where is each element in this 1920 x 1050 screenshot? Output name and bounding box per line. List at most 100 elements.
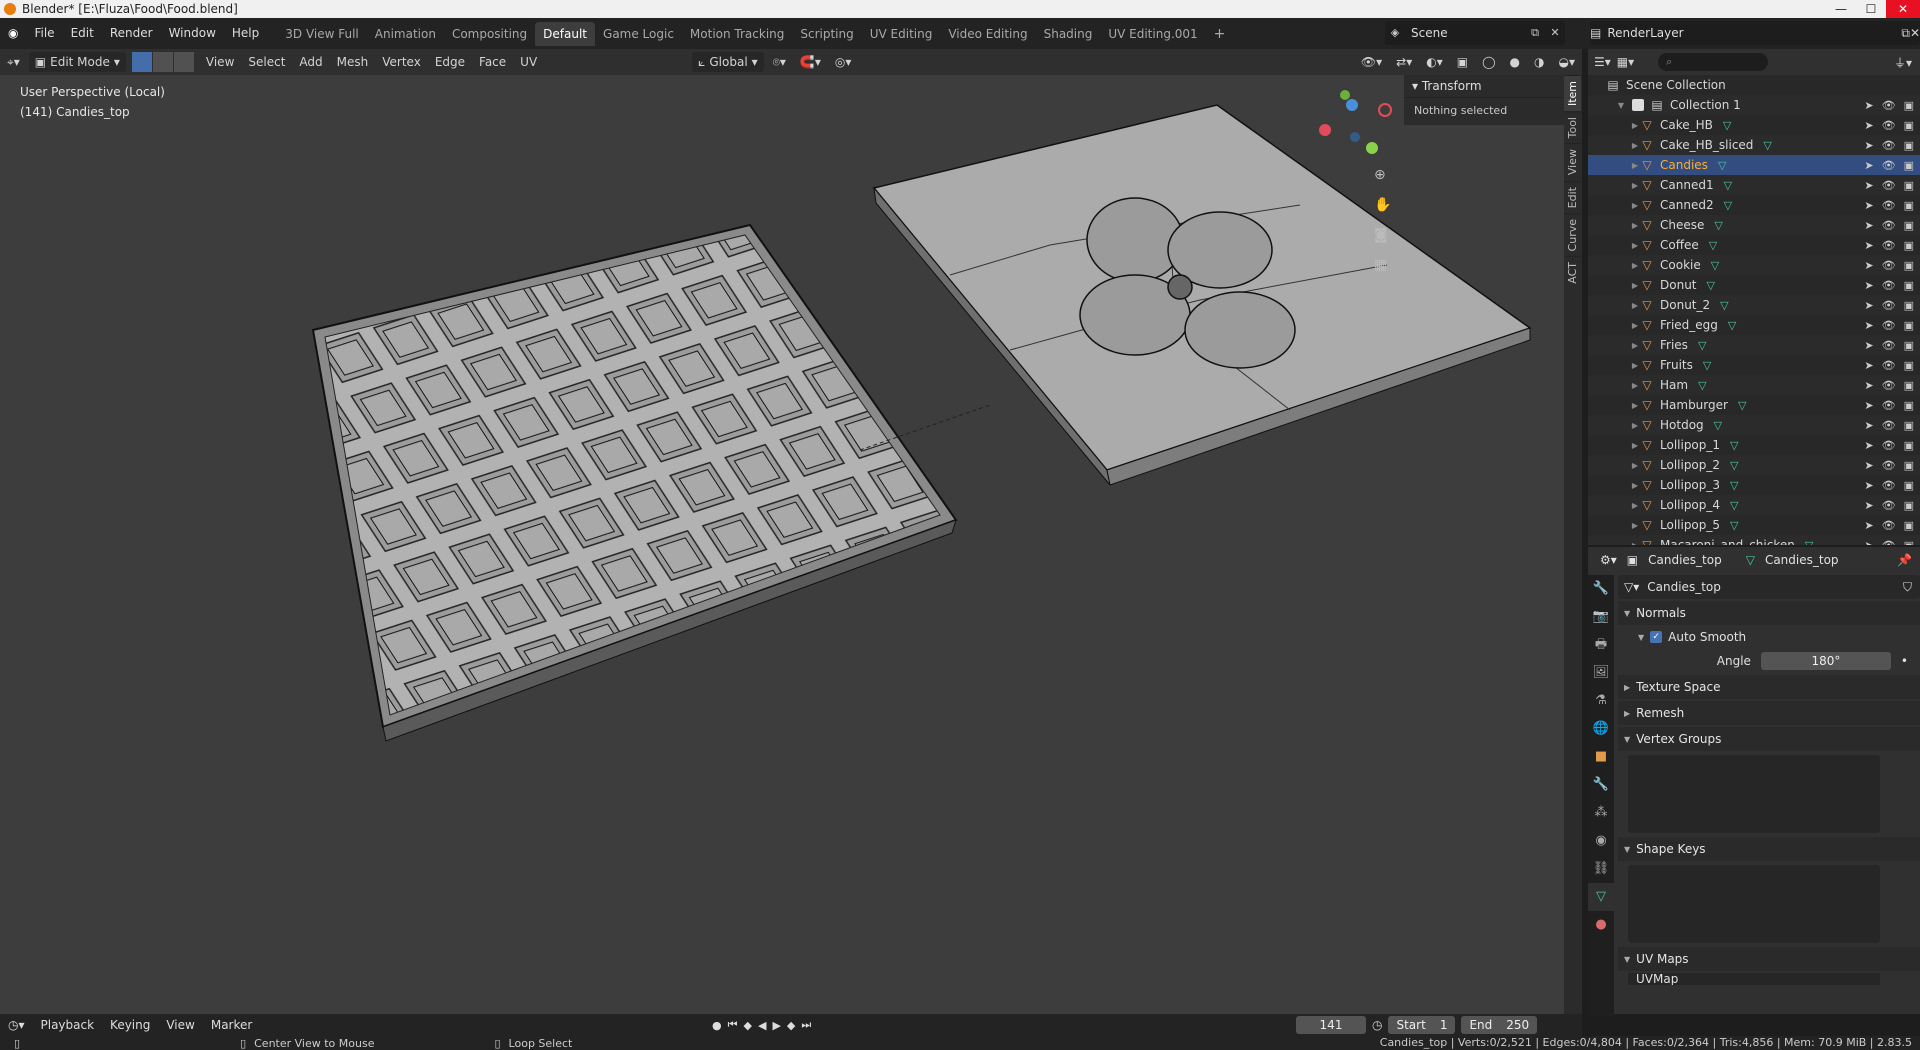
mesh-data-tab-icon[interactable]: ▽ <box>1588 883 1614 911</box>
item-visibility[interactable]: ➤ 👁 ▣ <box>1864 239 1914 252</box>
select-arrow-icon[interactable]: ➤ <box>1864 439 1873 452</box>
3d-viewport[interactable]: ⊕ ✋ ◙ ▦ <box>0 75 1582 1014</box>
maximize-button[interactable]: ☐ <box>1856 0 1886 18</box>
collapsed-icon[interactable]: ▶ <box>1630 501 1640 510</box>
editor-type-icon[interactable]: ⌖▾ <box>0 51 27 73</box>
scene-name[interactable]: Scene <box>1405 26 1448 40</box>
tab-video-editing[interactable]: Video Editing <box>940 22 1035 46</box>
tab-motion-tracking[interactable]: Motion Tracking <box>682 22 792 46</box>
viewport-menu-add[interactable]: Add <box>292 51 329 73</box>
remesh-panel-header[interactable]: ▶ Remesh <box>1618 701 1920 725</box>
collapsed-icon[interactable]: ▶ <box>1630 121 1640 130</box>
item-visibility[interactable]: ➤ 👁 ▣ <box>1864 319 1914 332</box>
menu-help[interactable]: Help <box>224 18 267 49</box>
collapsed-icon[interactable]: ▶ <box>1630 201 1640 210</box>
physics-tab-icon[interactable]: ◉ <box>1588 827 1614 855</box>
render-icon[interactable]: ▣ <box>1904 459 1914 472</box>
outliner-item[interactable]: ▶ ▽ Lollipop_1 ▽ ➤ 👁 ▣ <box>1588 435 1920 455</box>
eye-icon[interactable]: 👁 <box>1882 179 1896 192</box>
viewport-canvas[interactable]: ⊕ ✋ ◙ ▦ <box>0 75 1582 1014</box>
eye-icon[interactable]: 👁 <box>1882 359 1896 372</box>
new-scene-icon[interactable]: ⧉ <box>1525 23 1545 43</box>
visibility-icon[interactable]: 👁▾ <box>1354 51 1389 73</box>
proportional-edit-icon[interactable]: ◎▾ <box>828 51 859 73</box>
item-visibility[interactable]: ➤ 👁 ▣ <box>1864 379 1914 392</box>
select-arrow-icon[interactable]: ➤ <box>1864 519 1873 532</box>
output-tab-icon[interactable]: 🖶 <box>1588 631 1614 659</box>
collapsed-icon[interactable]: ▶ <box>1630 521 1640 530</box>
outliner-item[interactable]: ▶ ▽ Lollipop_4 ▽ ➤ 👁 ▣ <box>1588 495 1920 515</box>
menu-file[interactable]: File <box>26 18 62 49</box>
item-visibility[interactable]: ➤ 👁 ▣ <box>1864 359 1914 372</box>
view-layer-selector[interactable]: ▤ RenderLayer ⧉ ✕ <box>1590 21 1920 45</box>
render-icon[interactable]: ▣ <box>1904 99 1914 112</box>
render-tab-icon[interactable]: 📷 <box>1588 603 1614 631</box>
outliner-item[interactable]: ▶ ▽ Lollipop_2 ▽ ➤ 👁 ▣ <box>1588 455 1920 475</box>
display-mode-icon[interactable]: ▦▾ <box>1617 55 1634 69</box>
select-arrow-icon[interactable]: ➤ <box>1864 319 1873 332</box>
overlay-icon[interactable]: ◐▾ <box>1419 51 1450 73</box>
angle-field[interactable]: 180° <box>1760 652 1891 670</box>
select-arrow-icon[interactable]: ➤ <box>1864 259 1873 272</box>
constraints-tab-icon[interactable]: ⛓ <box>1588 855 1614 883</box>
item-visibility[interactable]: ➤ 👁 ▣ <box>1864 519 1914 532</box>
properties-editor-icon[interactable]: ⚙▾ <box>1600 553 1617 567</box>
blender-menu-icon[interactable]: ◉ <box>0 18 26 49</box>
item-visibility[interactable]: ➤ 👁 ▣ <box>1864 499 1914 512</box>
collapsed-icon[interactable]: ▶ <box>1630 301 1640 310</box>
render-icon[interactable]: ▣ <box>1904 239 1914 252</box>
sidebar-tab-act[interactable]: ACT <box>1564 256 1581 290</box>
select-arrow-icon[interactable]: ➤ <box>1864 379 1873 392</box>
eye-icon[interactable]: 👁 <box>1882 159 1896 172</box>
outliner-item[interactable]: ▶ ▽ Candies ▽ ➤ 👁 ▣ <box>1588 155 1920 175</box>
sidebar-tab-curve[interactable]: Curve <box>1564 212 1581 257</box>
collapsed-icon[interactable]: ▶ <box>1630 401 1640 410</box>
select-arrow-icon[interactable]: ➤ <box>1864 179 1873 192</box>
tool-tab-icon[interactable]: 🔧 <box>1588 575 1614 603</box>
select-arrow-icon[interactable]: ➤ <box>1864 279 1873 292</box>
viewport-menu-uv[interactable]: UV <box>513 51 544 73</box>
collection-row[interactable]: ▼ ▤ Collection 1 ➤ 👁 ▣ <box>1588 95 1920 115</box>
scene-collection-row[interactable]: ▤ Scene Collection <box>1588 75 1920 95</box>
fake-user-shield-icon[interactable]: ⛉ <box>1903 580 1912 595</box>
collapsed-icon[interactable]: ▶ <box>1630 361 1640 370</box>
viewport-menu-view[interactable]: View <box>199 51 241 73</box>
shading-wire-icon[interactable]: ◯ <box>1475 51 1502 73</box>
collapsed-icon[interactable]: ▶ <box>1630 181 1640 190</box>
shading-material-icon[interactable]: ◑ <box>1527 51 1551 73</box>
shape-keys-panel-header[interactable]: ▼ Shape Keys <box>1618 837 1920 861</box>
render-icon[interactable]: ▣ <box>1904 179 1914 192</box>
next-keyframe-icon[interactable]: ◆ <box>787 1019 795 1032</box>
perspective-toggle-icon[interactable]: ▦ <box>1374 257 1387 273</box>
item-visibility[interactable]: ➤ 👁 ▣ <box>1864 299 1914 312</box>
collapsed-icon[interactable]: ▶ <box>1630 461 1640 470</box>
tab-3d-view-full[interactable]: 3D View Full <box>277 22 367 46</box>
gizmo-icon[interactable]: ⇄▾ <box>1389 51 1419 73</box>
select-arrow-icon[interactable]: ➤ <box>1864 219 1873 232</box>
tab-compositing[interactable]: Compositing <box>444 22 535 46</box>
view-layer-name[interactable]: RenderLayer <box>1601 26 1683 40</box>
eye-icon[interactable]: 👁 <box>1882 519 1896 532</box>
vertex-select-button[interactable] <box>131 52 152 72</box>
pan-icon[interactable]: ✋ <box>1374 196 1391 213</box>
current-frame-field[interactable]: 141 <box>1296 1016 1366 1034</box>
keyframe-dot-icon[interactable]: • <box>1901 654 1908 668</box>
collection-visibility[interactable]: ➤ 👁 ▣ <box>1864 99 1914 112</box>
select-arrow-icon[interactable]: ➤ <box>1864 339 1873 352</box>
render-icon[interactable]: ▣ <box>1904 339 1914 352</box>
select-arrow-icon[interactable]: ➤ <box>1864 459 1873 472</box>
outliner-item[interactable]: ▶ ▽ Cake_HB_sliced ▽ ➤ 👁 ▣ <box>1588 135 1920 155</box>
item-visibility[interactable]: ➤ 👁 ▣ <box>1864 259 1914 272</box>
render-icon[interactable]: ▣ <box>1904 419 1914 432</box>
play-icon[interactable]: ▶ <box>772 1019 780 1032</box>
render-icon[interactable]: ▣ <box>1904 119 1914 132</box>
expand-icon[interactable]: ▼ <box>1616 101 1626 110</box>
eye-icon[interactable]: 👁 <box>1882 399 1896 412</box>
tab-scripting[interactable]: Scripting <box>792 22 861 46</box>
texture-space-panel-header[interactable]: ▶ Texture Space <box>1618 675 1920 699</box>
shape-keys-list[interactable] <box>1628 865 1880 943</box>
item-visibility[interactable]: ➤ 👁 ▣ <box>1864 399 1914 412</box>
prev-keyframe-icon[interactable]: ◆ <box>744 1019 752 1032</box>
collapsed-icon[interactable]: ▶ <box>1630 481 1640 490</box>
outliner-item[interactable]: ▶ ▽ Donut_2 ▽ ➤ 👁 ▣ <box>1588 295 1920 315</box>
